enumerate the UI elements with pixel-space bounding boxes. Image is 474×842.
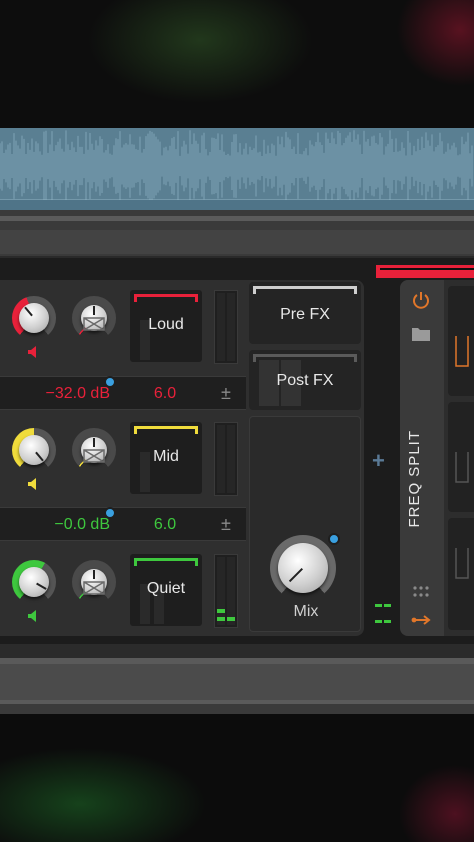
- solo-x-icon[interactable]: [83, 581, 105, 595]
- freq-band-preview: [448, 402, 474, 512]
- freq-band-preview: [448, 286, 474, 396]
- gain-readout-mid[interactable]: −0.0 dB: [36, 516, 110, 534]
- plus-minus-button[interactable]: ±: [216, 511, 236, 537]
- band-meter-quiet: [214, 554, 238, 628]
- band-label-loud: Loud: [148, 316, 184, 333]
- device-title: FREQ SPLIT: [406, 430, 423, 528]
- post-fx-slot[interactable]: Post FX: [249, 350, 361, 410]
- screen: Loud −32.0 dB 6.0 ± Mid −0.0 dB 6.0 ± Qu…: [0, 0, 474, 842]
- value-readout-mid[interactable]: 6.0: [140, 516, 190, 534]
- band-params-mid: −0.0 dB 6.0 ±: [0, 507, 246, 541]
- routing-arrow-icon[interactable]: [411, 614, 431, 626]
- mix-label: Mix: [293, 603, 319, 620]
- band-params-loud: −32.0 dB 6.0 ±: [0, 376, 246, 410]
- modulation-dot[interactable]: [104, 376, 116, 388]
- audio-clip-waveform[interactable]: [0, 128, 474, 210]
- modulation-dot[interactable]: [104, 507, 116, 519]
- gain-readout-loud[interactable]: −32.0 dB: [36, 385, 111, 403]
- solo-x-icon[interactable]: [83, 317, 105, 331]
- background-blur-top: [0, 0, 474, 128]
- solo-x-icon[interactable]: [83, 449, 105, 463]
- plus-minus-button[interactable]: ±: [216, 380, 236, 406]
- arranger-bottom-strip: [0, 644, 474, 714]
- output-meter: [375, 604, 391, 623]
- loud-gain-knob[interactable]: [12, 296, 56, 340]
- speaker-icon[interactable]: [27, 345, 41, 359]
- background-blur-bottom: [0, 714, 474, 842]
- band-slot-quiet[interactable]: Quiet: [130, 554, 202, 626]
- value-readout-loud[interactable]: 6.0: [140, 385, 190, 403]
- quiet-gain-knob[interactable]: [12, 560, 56, 604]
- mix-knob[interactable]: [270, 535, 336, 601]
- speaker-icon[interactable]: [27, 609, 41, 623]
- waveform-graphic: [0, 130, 474, 202]
- speaker-icon[interactable]: [27, 477, 41, 491]
- band-label-quiet: Quiet: [146, 580, 186, 597]
- band-slot-mid[interactable]: Mid: [130, 422, 202, 494]
- add-device-button[interactable]: +: [372, 448, 385, 474]
- band-meter-mid: [214, 422, 238, 496]
- power-icon[interactable]: [412, 291, 430, 309]
- band-slot-loud[interactable]: Loud: [130, 290, 202, 362]
- grid-dots-icon[interactable]: [412, 586, 430, 598]
- band-label-mid: Mid: [153, 448, 179, 465]
- track-color-bar: [376, 265, 474, 278]
- pre-fx-label: Pre FX: [280, 306, 330, 323]
- mix-panel: Mix: [249, 416, 361, 632]
- mid-gain-knob[interactable]: [12, 428, 56, 472]
- pre-fx-slot[interactable]: Pre FX: [249, 282, 361, 344]
- post-fx-label: Post FX: [276, 372, 334, 389]
- modulation-dot[interactable]: [328, 533, 340, 545]
- freq-band-preview: [448, 518, 474, 630]
- band-meter-loud: [214, 290, 238, 364]
- arranger-track-strip: [0, 210, 474, 258]
- clip-footer: [0, 200, 474, 210]
- folder-icon[interactable]: [412, 326, 430, 341]
